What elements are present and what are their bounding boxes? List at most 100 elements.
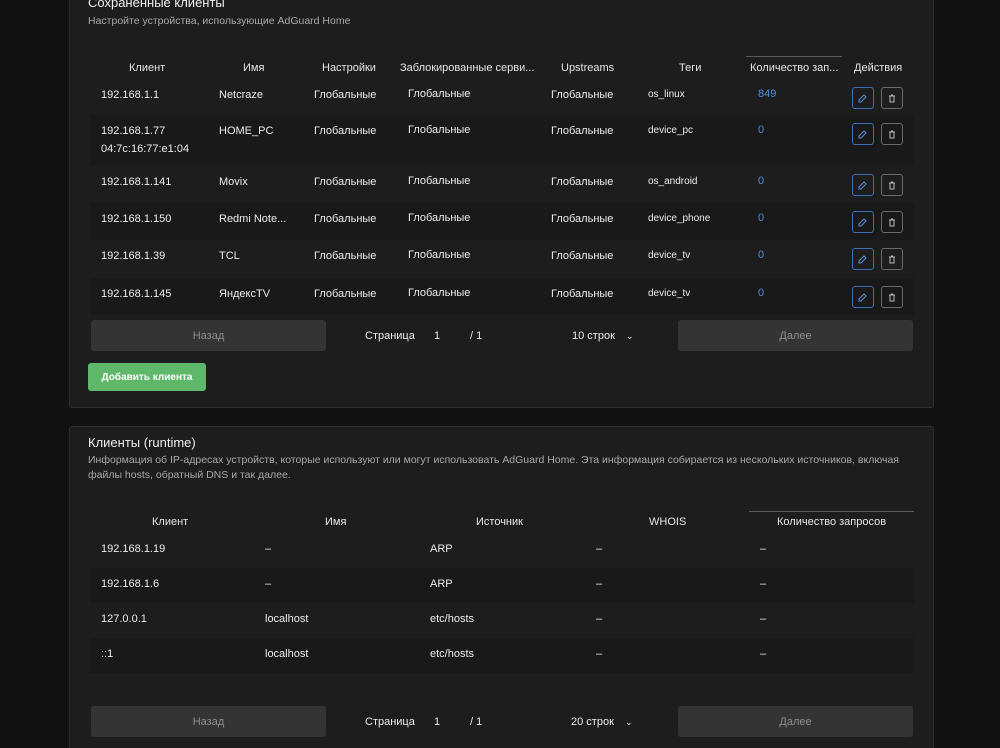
col-actions: Действия bbox=[854, 62, 903, 74]
client-ip: 192.168.1.6 bbox=[101, 578, 160, 590]
client-name: Redmi Note... bbox=[219, 213, 287, 225]
delete-button[interactable] bbox=[881, 286, 903, 308]
col-settings[interactable]: Настройки bbox=[322, 62, 376, 74]
client-source: etc/hosts bbox=[430, 648, 475, 660]
client-upstreams: Глобальные bbox=[551, 89, 614, 101]
page-total: / 1 bbox=[470, 330, 483, 342]
edit-icon bbox=[858, 293, 867, 302]
next-page-button[interactable]: Далее bbox=[678, 706, 913, 737]
client-requests: – bbox=[760, 648, 767, 660]
delete-button[interactable] bbox=[881, 211, 903, 233]
saved-clients-card: Сохраненные клиенты Настройте устройства… bbox=[69, 0, 934, 408]
client-source: ARP bbox=[430, 543, 453, 555]
client-upstreams: Глобальные bbox=[551, 288, 614, 300]
client-source: etc/hosts bbox=[430, 613, 475, 625]
client-ip: 192.168.1.77 bbox=[101, 125, 166, 137]
runtime-clients-subtitle: Информация об IP-адресах устройств, кото… bbox=[88, 454, 899, 481]
client-blocked: Глобальные bbox=[408, 124, 471, 136]
client-requests-link[interactable]: 0 bbox=[758, 249, 764, 261]
client-name: Movix bbox=[219, 176, 248, 188]
client-tag: os_linux bbox=[648, 89, 685, 100]
table-row: 192.168.1.1 Netcraze Глобальные Глобальн… bbox=[90, 81, 914, 114]
client-settings: Глобальные bbox=[314, 213, 377, 225]
col-blocked-services[interactable]: Заблокированные серви... bbox=[400, 62, 534, 74]
client-upstreams: Глобальные bbox=[551, 213, 614, 225]
delete-button[interactable] bbox=[881, 123, 903, 145]
client-upstreams: Глобальные bbox=[551, 125, 614, 137]
edit-button[interactable] bbox=[852, 248, 874, 270]
table-row: 192.168.1.145 ЯндексTV Глобальные Глобал… bbox=[90, 278, 914, 315]
client-settings: Глобальные bbox=[314, 176, 377, 188]
col-requests-count[interactable]: Количество зап... bbox=[750, 62, 838, 74]
edit-button[interactable] bbox=[852, 286, 874, 308]
table-row: 192.168.1.39 TCL Глобальные Глобальные Г… bbox=[90, 240, 914, 278]
edit-icon bbox=[858, 181, 867, 190]
sort-indicator bbox=[749, 511, 914, 512]
edit-icon bbox=[858, 94, 867, 103]
col-tags[interactable]: Теги bbox=[679, 62, 701, 74]
rows-per-page-select[interactable]: 10 строк ⌄ bbox=[572, 330, 634, 342]
client-blocked: Глобальные bbox=[408, 287, 471, 299]
client-settings: Глобальные bbox=[314, 250, 377, 262]
col-client[interactable]: Клиент bbox=[129, 62, 165, 74]
edit-button[interactable] bbox=[852, 174, 874, 196]
client-blocked: Глобальные bbox=[408, 88, 471, 100]
col-upstreams[interactable]: Upstreams bbox=[561, 62, 614, 74]
client-blocked: Глобальные bbox=[408, 249, 471, 261]
client-requests-link[interactable]: 0 bbox=[758, 175, 764, 187]
delete-button[interactable] bbox=[881, 87, 903, 109]
client-ip: 192.168.1.141 bbox=[101, 176, 172, 188]
client-ip: 192.168.1.39 bbox=[101, 250, 166, 262]
chevron-down-icon: ⌄ bbox=[624, 717, 633, 727]
client-name: localhost bbox=[265, 648, 309, 660]
add-client-button[interactable]: Добавить клиента bbox=[88, 363, 206, 391]
client-requests-link[interactable]: 0 bbox=[758, 287, 764, 299]
table-row: 192.168.1.77 04:7c:16:77:e1:04 HOME_PC Г… bbox=[90, 114, 914, 166]
client-requests-link[interactable]: 849 bbox=[758, 88, 776, 100]
client-tag: device_pc bbox=[648, 125, 694, 136]
col-whois[interactable]: WHOIS bbox=[649, 516, 686, 528]
client-tag: device_tv bbox=[648, 288, 691, 299]
page-number-input[interactable]: 1 bbox=[434, 716, 440, 728]
saved-clients-subtitle: Настройте устройства, использующие AdGua… bbox=[88, 15, 351, 27]
edit-button[interactable] bbox=[852, 211, 874, 233]
client-mac: 04:7c:16:77:e1:04 bbox=[101, 143, 190, 155]
client-tag: os_android bbox=[648, 176, 698, 187]
table-row: 192.168.1.141 Movix Глобальные Глобальны… bbox=[90, 166, 914, 203]
col-name[interactable]: Имя bbox=[243, 62, 264, 74]
col-name[interactable]: Имя bbox=[325, 516, 346, 528]
client-settings: Глобальные bbox=[314, 125, 377, 137]
trash-icon bbox=[889, 293, 895, 302]
edit-button[interactable] bbox=[852, 123, 874, 145]
col-source[interactable]: Источник bbox=[476, 516, 523, 528]
sort-indicator bbox=[746, 56, 842, 57]
table-row: 192.168.1.6 – ARP – – bbox=[90, 568, 914, 603]
rows-per-page-select[interactable]: 20 строк ⌄ bbox=[571, 716, 633, 728]
page-number-input[interactable]: 1 bbox=[434, 330, 440, 342]
client-tag: device_tv bbox=[648, 250, 691, 261]
client-requests: – bbox=[760, 543, 767, 555]
client-ip: 192.168.1.19 bbox=[101, 543, 166, 555]
edit-button[interactable] bbox=[852, 87, 874, 109]
trash-icon bbox=[889, 218, 895, 227]
next-page-button[interactable]: Далее bbox=[678, 320, 913, 351]
client-requests-link[interactable]: 0 bbox=[758, 212, 764, 224]
client-requests-link[interactable]: 0 bbox=[758, 124, 764, 136]
prev-page-button[interactable]: Назад bbox=[91, 320, 326, 351]
prev-page-button[interactable]: Назад bbox=[91, 706, 326, 737]
client-name: – bbox=[265, 543, 272, 555]
delete-button[interactable] bbox=[881, 248, 903, 270]
col-client[interactable]: Клиент bbox=[152, 516, 188, 528]
client-name: Netcraze bbox=[219, 89, 264, 101]
runtime-clients-title: Клиенты (runtime) bbox=[88, 435, 196, 450]
edit-icon bbox=[858, 130, 867, 139]
table-row: 192.168.1.150 Redmi Note... Глобальные Г… bbox=[90, 203, 914, 240]
page-label: Страница bbox=[365, 716, 415, 728]
page-label: Страница bbox=[365, 330, 415, 342]
col-requests-count[interactable]: Количество запросов bbox=[777, 516, 886, 528]
trash-icon bbox=[889, 181, 895, 190]
rows-per-page-value: 10 строк bbox=[572, 330, 615, 342]
table-row: ::1 localhost etc/hosts – – bbox=[90, 638, 914, 673]
client-name: ЯндексTV bbox=[219, 288, 271, 300]
delete-button[interactable] bbox=[881, 174, 903, 196]
